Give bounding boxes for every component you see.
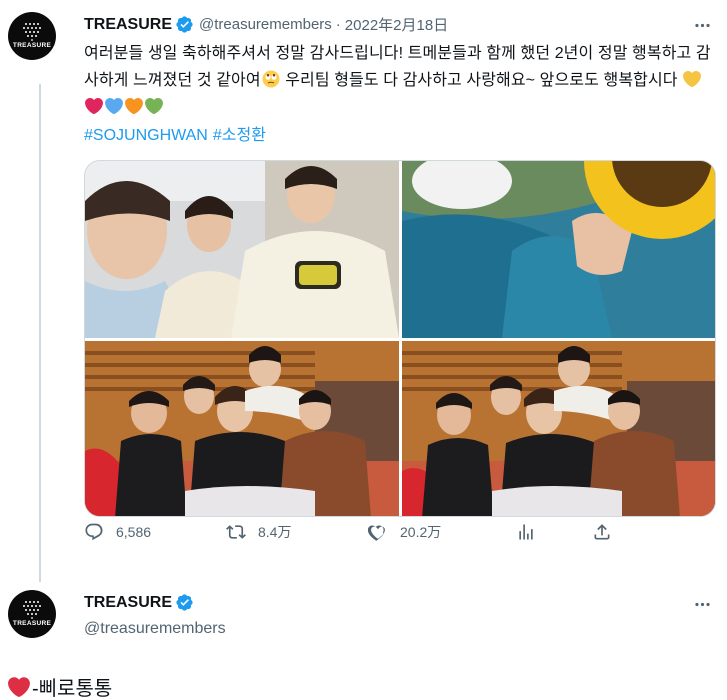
hashtag-link[interactable]: #SOJUNGHWAN xyxy=(84,127,208,144)
verified-badge-icon xyxy=(175,15,194,34)
reply-tweet-text: -삐로통통 xyxy=(8,672,112,700)
heart-blue-icon xyxy=(105,97,123,115)
avatar-logo-text: TREASURE xyxy=(12,42,52,49)
more-icon[interactable] xyxy=(691,593,713,615)
tweet-text: 여러분들 생일 축하해주셔서 정말 감사드립니다! 트메분들과 함께 했던 2년… xyxy=(84,40,714,121)
photo-group-couch-1[interactable] xyxy=(85,341,399,516)
hashtag-link[interactable]: #소정환 xyxy=(213,127,266,144)
heart-yellow-icon xyxy=(683,70,702,88)
retweet-count: 8.4万 xyxy=(258,524,292,540)
reply-text-content: -삐로통통 xyxy=(32,678,113,700)
tweet-date[interactable]: 2022年2月18日 xyxy=(345,14,448,35)
reply-icon xyxy=(85,523,103,541)
reply-count: 6,586 xyxy=(116,524,152,540)
share-button[interactable] xyxy=(592,522,624,542)
tweet-header: TREASURE @treasuremembers · 2022年2月18日 xyxy=(84,14,448,35)
thread-connector-line xyxy=(39,84,41,582)
rolling-eyes-emoji-icon xyxy=(262,70,280,88)
author-handle[interactable]: @treasuremembers xyxy=(84,620,226,638)
analytics-button[interactable] xyxy=(516,522,548,542)
author-name[interactable]: TREASURE xyxy=(84,16,172,34)
like-icon xyxy=(368,525,385,541)
like-button[interactable]: 20.2万 xyxy=(368,522,441,542)
avatar-logo-text: TREASURE xyxy=(12,620,52,627)
more-icon[interactable] xyxy=(691,14,713,36)
treasure-logo-icon xyxy=(23,601,41,619)
heart-green-icon xyxy=(145,97,163,115)
like-count: 20.2万 xyxy=(400,524,442,540)
verified-badge-icon xyxy=(175,593,194,612)
photo-selfie-hand[interactable] xyxy=(402,161,715,338)
reply-button[interactable]: 6,586 xyxy=(84,522,151,542)
media-grid xyxy=(84,160,716,517)
heart-orange-icon xyxy=(125,97,143,115)
author-handle[interactable]: @treasuremembers xyxy=(199,16,332,33)
share-icon xyxy=(594,524,610,540)
treasure-logo-icon xyxy=(23,23,41,41)
heart-red-icon xyxy=(85,97,103,115)
heart-emoji-icon xyxy=(8,676,30,698)
stats-icon xyxy=(519,524,533,540)
separator-dot: · xyxy=(335,16,341,33)
photo-group-selfie[interactable] xyxy=(85,161,399,338)
hashtags: #SOJUNGHWAN #소정환 xyxy=(84,121,271,145)
retweet-button[interactable]: 8.4万 xyxy=(226,522,291,542)
author-name[interactable]: TREASURE xyxy=(84,594,172,612)
photo-group-couch-2[interactable] xyxy=(402,341,715,516)
avatar[interactable]: TREASURE xyxy=(8,590,56,638)
retweet-icon xyxy=(226,525,246,539)
avatar[interactable]: TREASURE xyxy=(8,12,56,60)
tweet-header: TREASURE xyxy=(84,593,194,612)
tweet-text-part2: 우리팀 형들도 다 감사하고 사랑해요~ 앞으로도 행복합시다 xyxy=(280,72,683,89)
